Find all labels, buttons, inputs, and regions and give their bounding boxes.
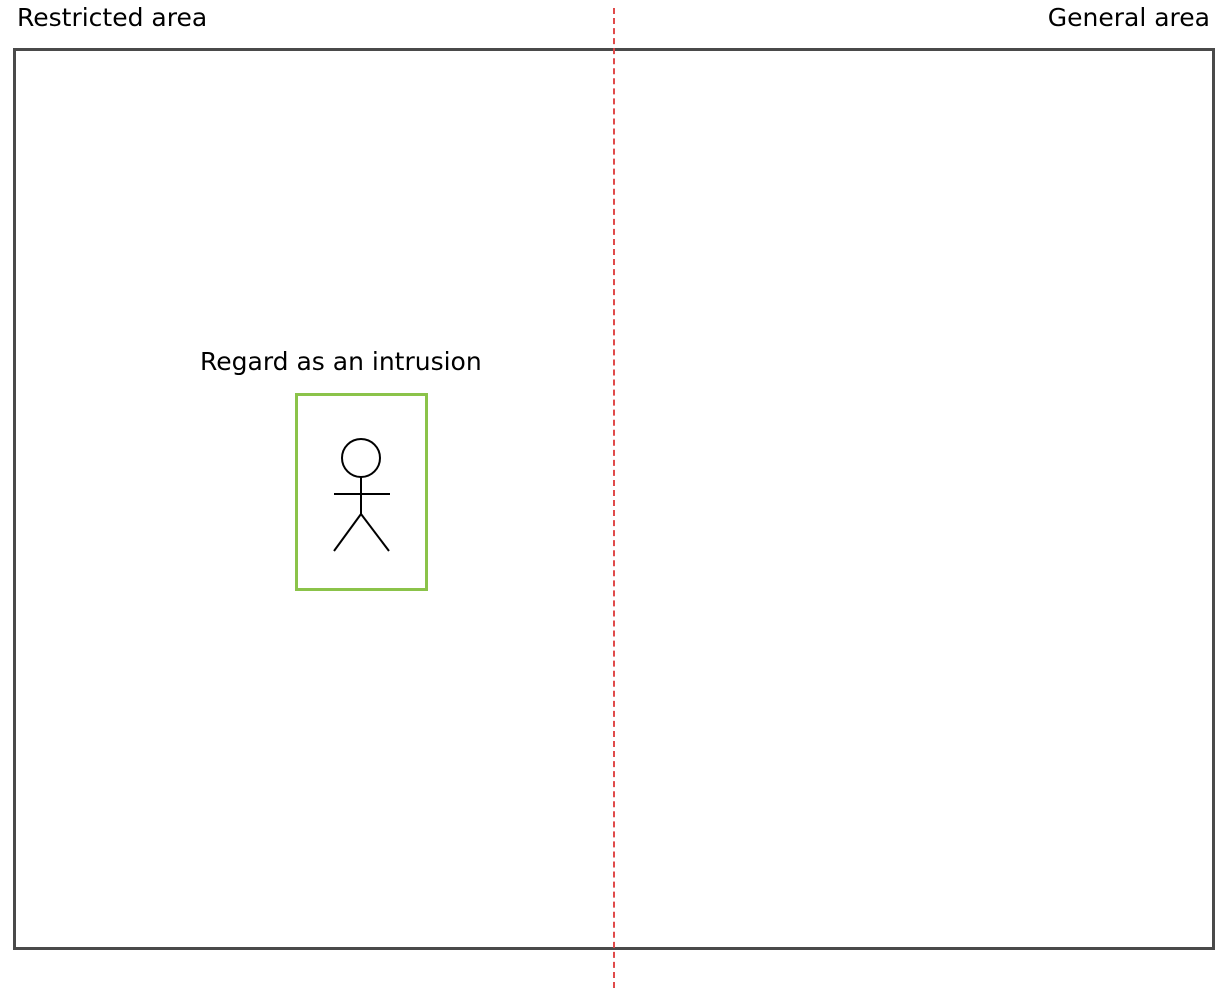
general-area-label: General area <box>1047 3 1210 32</box>
area-boundary-line <box>613 8 615 988</box>
intrusion-caption: Regard as an intrusion <box>200 347 482 376</box>
person-icon <box>333 438 390 552</box>
restricted-area-label: Restricted area <box>17 3 208 32</box>
detection-box <box>295 393 428 591</box>
